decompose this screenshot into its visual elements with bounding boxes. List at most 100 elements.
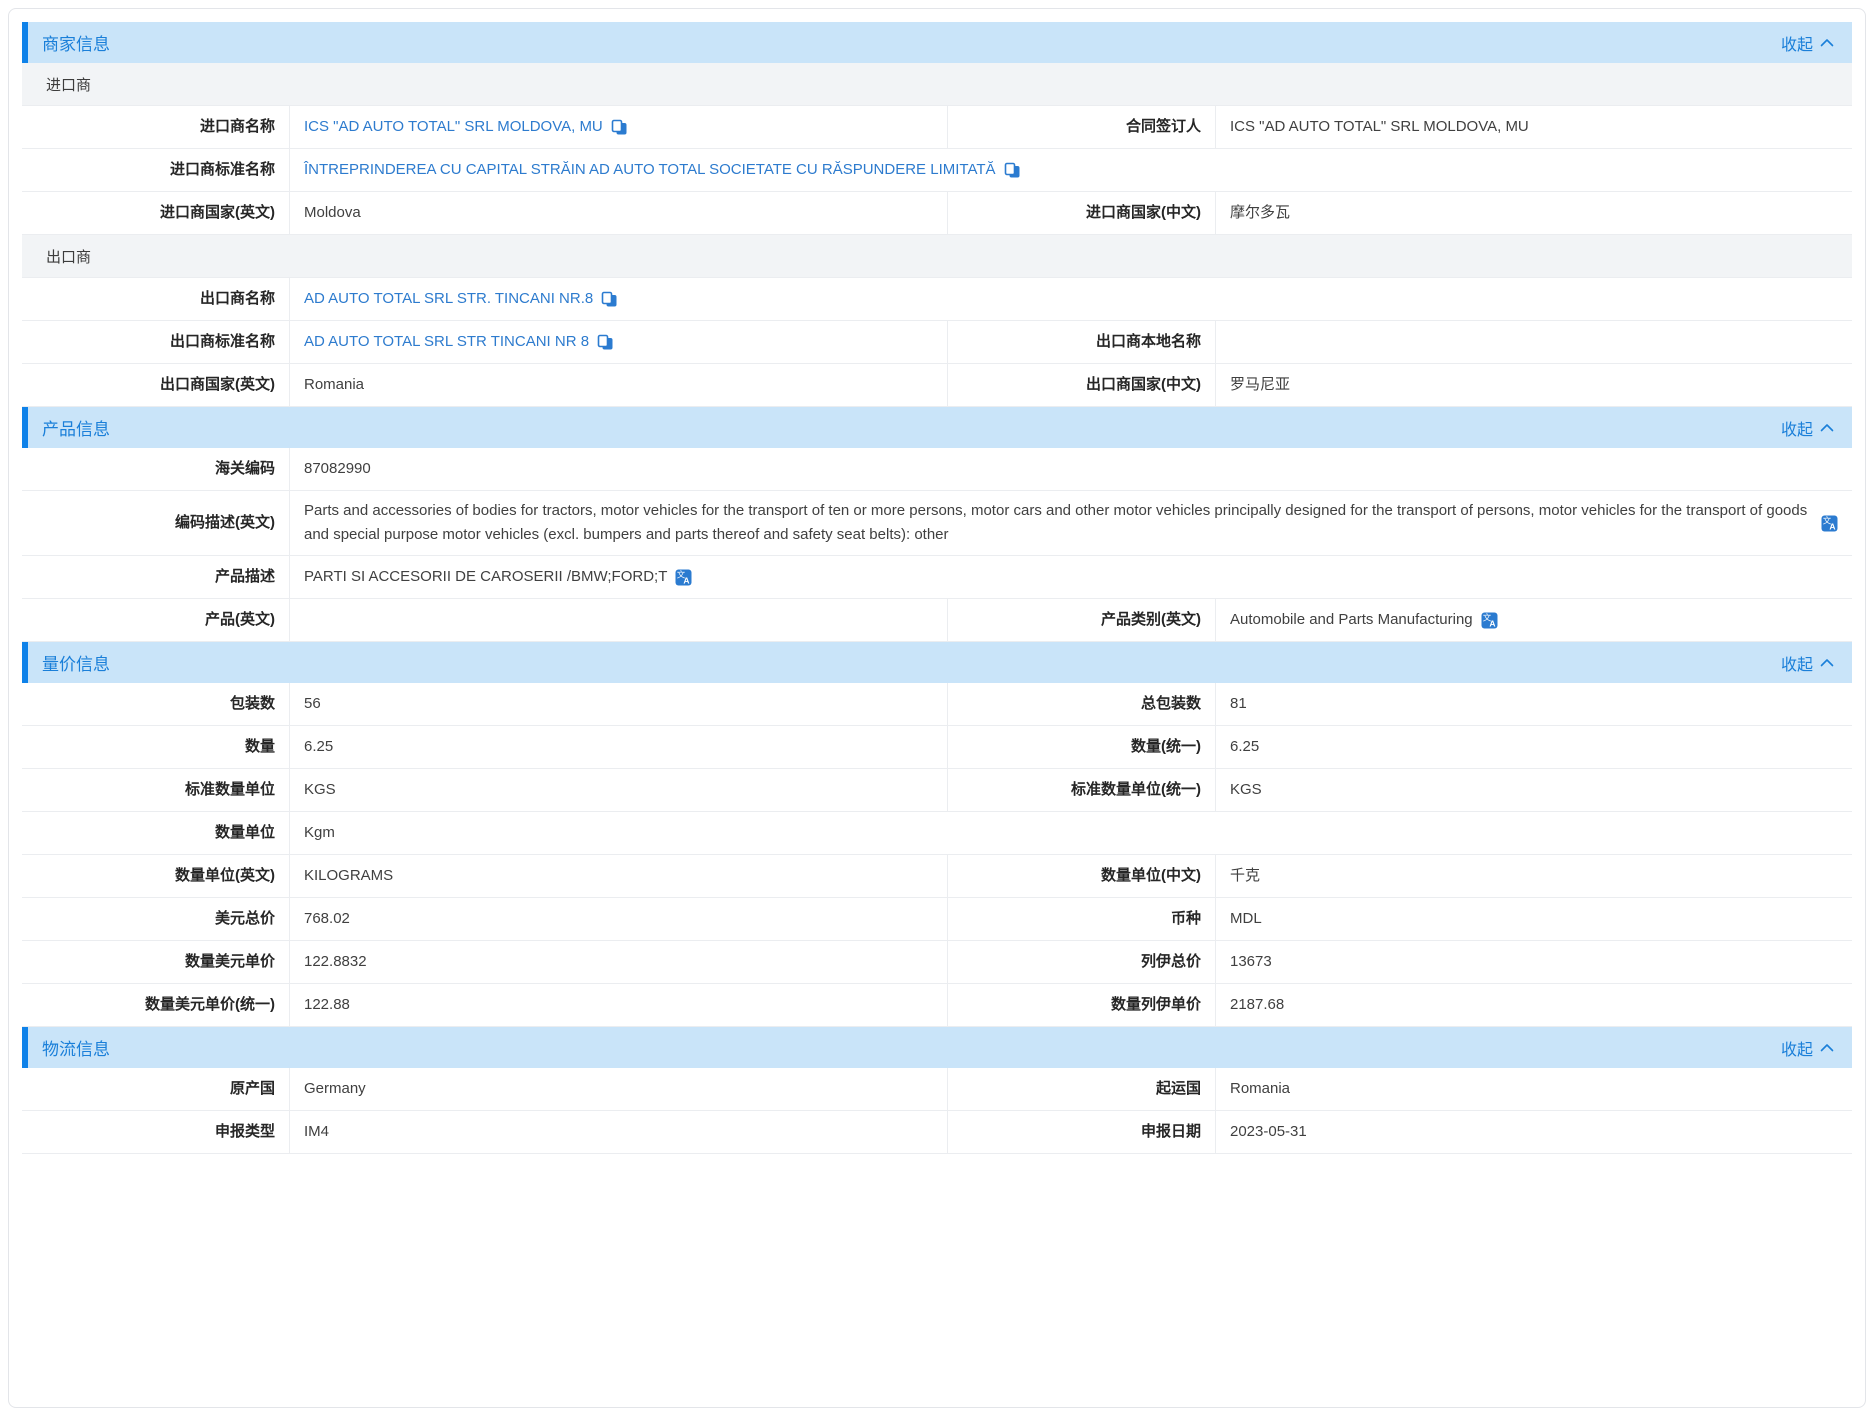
field-value: 罗马尼亚 [1216, 364, 1852, 406]
field-label: 出口商名称 [22, 278, 290, 320]
row-packages: 包装数 56 总包装数 81 [22, 683, 1852, 726]
field-label: 申报类型 [22, 1111, 290, 1153]
field-value: IM4 [290, 1111, 948, 1153]
field-value: Parts and accessories of bodies for trac… [290, 491, 1852, 555]
row-origin-country: 原产国 Germany 起运国 Romania [22, 1068, 1852, 1111]
row-hs-code: 海关编码 87082990 [22, 448, 1852, 491]
copy-icon[interactable] [597, 334, 614, 351]
field-label: 包装数 [22, 683, 290, 725]
field-label: 数量单位(英文) [22, 855, 290, 897]
field-label: 数量单位(中文) [948, 855, 1216, 897]
field-label: 数量单位 [22, 812, 290, 854]
row-usd-unit-price-unified: 数量美元单价(统一) 122.88 数量列伊单价 2187.68 [22, 984, 1852, 1027]
field-label: 标准数量单位(统一) [948, 769, 1216, 811]
field-value: 122.88 [290, 984, 948, 1026]
field-label: 币种 [948, 898, 1216, 940]
copy-icon[interactable] [611, 119, 628, 136]
field-value: 6.25 [290, 726, 948, 768]
section-header-merchant: 商家信息 收起 [22, 22, 1852, 63]
section-title-logistics: 物流信息 [42, 1035, 110, 1060]
product-description-text: PARTI SI ACCESORII DE CAROSERII /BMW;FOR… [304, 565, 667, 589]
row-exporter-name: 出口商名称 AD AUTO TOTAL SRL STR. TINCANI NR.… [22, 278, 1852, 321]
chevron-up-icon [1820, 38, 1834, 47]
section-header-quantity-price: 量价信息 收起 [22, 642, 1852, 683]
field-label: 数量美元单价 [22, 941, 290, 983]
product-category-text: Automobile and Parts Manufacturing [1230, 608, 1473, 632]
collapse-label: 收起 [1781, 651, 1813, 675]
field-label: 数量(统一) [948, 726, 1216, 768]
field-value: AD AUTO TOTAL SRL STR TINCANI NR 8 [290, 321, 948, 363]
row-qty-unit-lang: 数量单位(英文) KILOGRAMS 数量单位(中文) 千克 [22, 855, 1852, 898]
field-value: ICS "AD AUTO TOTAL" SRL MOLDOVA, MU [1216, 106, 1852, 148]
field-value: MDL [1216, 898, 1852, 940]
field-value: Germany [290, 1068, 948, 1110]
section-title-merchant: 商家信息 [42, 30, 110, 55]
field-value: 122.8832 [290, 941, 948, 983]
collapse-logistics-button[interactable]: 收起 [1781, 1036, 1834, 1060]
exporter-name-link[interactable]: AD AUTO TOTAL SRL STR. TINCANI NR.8 [304, 287, 593, 311]
group-header-exporter: 出口商 [22, 235, 1852, 278]
collapse-product-button[interactable]: 收起 [1781, 416, 1834, 440]
field-label: 出口商标准名称 [22, 321, 290, 363]
field-value: Automobile and Parts Manufacturing [1216, 599, 1852, 641]
field-value: 2023-05-31 [1216, 1111, 1852, 1153]
field-value: KGS [290, 769, 948, 811]
collapse-label: 收起 [1781, 31, 1813, 55]
field-value: Romania [1216, 1068, 1852, 1110]
copy-icon[interactable] [601, 291, 618, 308]
row-usd-unit-price: 数量美元单价 122.8832 列伊总价 13673 [22, 941, 1852, 984]
field-label: 出口商国家(中文) [948, 364, 1216, 406]
group-label: 进口商 [46, 74, 91, 95]
group-label: 出口商 [46, 246, 91, 267]
field-value: KGS [1216, 769, 1852, 811]
importer-std-name-link[interactable]: ÎNTREPRINDEREA CU CAPITAL STRĂIN AD AUTO… [304, 158, 996, 182]
collapse-quantity-price-button[interactable]: 收起 [1781, 651, 1834, 675]
field-label: 进口商标准名称 [22, 149, 290, 191]
field-label: 出口商本地名称 [948, 321, 1216, 363]
exporter-std-name-link[interactable]: AD AUTO TOTAL SRL STR TINCANI NR 8 [304, 330, 589, 354]
field-value: Kgm [290, 812, 1852, 854]
translate-icon[interactable] [675, 569, 692, 586]
row-exporter-std-name: 出口商标准名称 AD AUTO TOTAL SRL STR TINCANI NR… [22, 321, 1852, 364]
hs-description-text: Parts and accessories of bodies for trac… [304, 499, 1813, 547]
collapse-merchant-button[interactable]: 收起 [1781, 31, 1834, 55]
row-std-qty-unit: 标准数量单位 KGS 标准数量单位(统一) KGS [22, 769, 1852, 812]
translate-icon[interactable] [1821, 515, 1838, 532]
field-value: 2187.68 [1216, 984, 1852, 1026]
field-value: 87082990 [290, 448, 1852, 490]
field-value: Romania [290, 364, 948, 406]
trade-record-panel: 商家信息 收起 进口商 进口商名称 ICS "AD AUTO TOTAL" SR… [8, 8, 1866, 1408]
section-title-quantity-price: 量价信息 [42, 650, 110, 675]
field-value: 81 [1216, 683, 1852, 725]
field-value: 13673 [1216, 941, 1852, 983]
field-label: 进口商国家(英文) [22, 192, 290, 234]
row-quantity: 数量 6.25 数量(统一) 6.25 [22, 726, 1852, 769]
row-product-desc: 产品描述 PARTI SI ACCESORII DE CAROSERII /BM… [22, 556, 1852, 599]
field-value: 千克 [1216, 855, 1852, 897]
collapse-label: 收起 [1781, 1036, 1813, 1060]
field-value [290, 599, 948, 641]
field-value [1216, 321, 1852, 363]
chevron-up-icon [1820, 658, 1834, 667]
field-label: 数量列伊单价 [948, 984, 1216, 1026]
field-label: 起运国 [948, 1068, 1216, 1110]
field-label: 申报日期 [948, 1111, 1216, 1153]
group-header-importer: 进口商 [22, 63, 1852, 106]
field-label: 标准数量单位 [22, 769, 290, 811]
copy-icon[interactable] [1004, 162, 1021, 179]
importer-name-link[interactable]: ICS "AD AUTO TOTAL" SRL MOLDOVA, MU [304, 115, 603, 139]
field-label: 海关编码 [22, 448, 290, 490]
field-value: ICS "AD AUTO TOTAL" SRL MOLDOVA, MU [290, 106, 948, 148]
field-value: AD AUTO TOTAL SRL STR. TINCANI NR.8 [290, 278, 1852, 320]
translate-icon[interactable] [1481, 612, 1498, 629]
field-value: ÎNTREPRINDEREA CU CAPITAL STRĂIN AD AUTO… [290, 149, 1852, 191]
row-usd-total: 美元总价 768.02 币种 MDL [22, 898, 1852, 941]
row-product-en: 产品(英文) 产品类别(英文) Automobile and Parts Man… [22, 599, 1852, 642]
field-value: PARTI SI ACCESORII DE CAROSERII /BMW;FOR… [290, 556, 1852, 598]
field-label: 美元总价 [22, 898, 290, 940]
section-header-logistics: 物流信息 收起 [22, 1027, 1852, 1068]
field-label: 总包装数 [948, 683, 1216, 725]
field-value: Moldova [290, 192, 948, 234]
field-value: KILOGRAMS [290, 855, 948, 897]
row-declaration: 申报类型 IM4 申报日期 2023-05-31 [22, 1111, 1852, 1154]
